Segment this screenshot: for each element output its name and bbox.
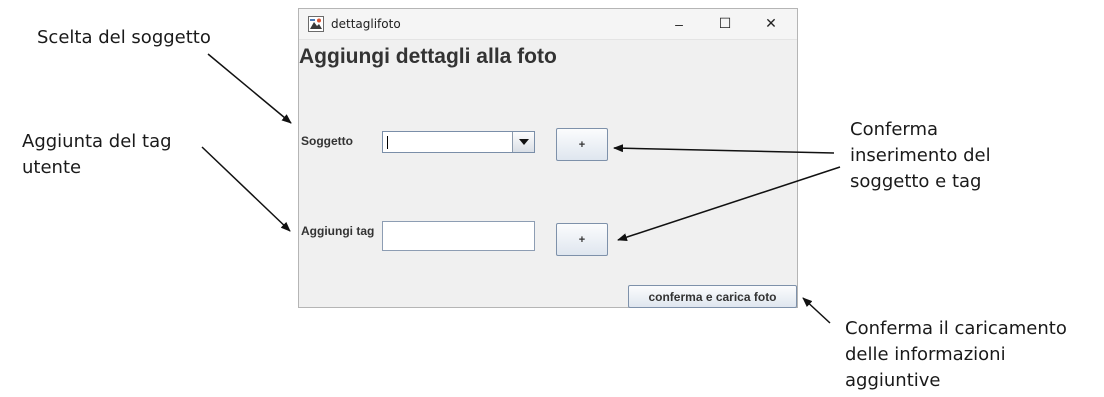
arrow-subject-choice — [207, 53, 292, 124]
arrow-confirm-upload — [802, 297, 831, 324]
annotation-arrows — [201, 53, 841, 324]
arrow-confirm-subject — [613, 144, 835, 154]
arrow-confirm-tag — [617, 166, 841, 241]
arrow-user-tag — [201, 146, 291, 232]
